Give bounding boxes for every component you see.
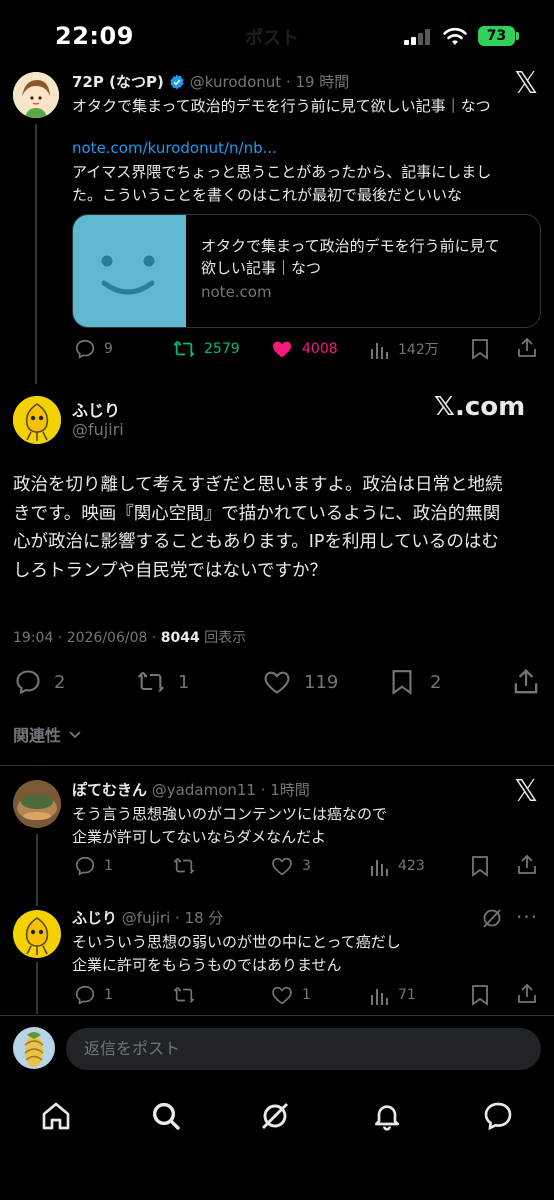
repost-button[interactable] <box>172 855 196 877</box>
avatar[interactable] <box>13 910 61 958</box>
tweet-text: オタクで集まって政治的デモを行う前に見て欲しい記事｜なつ <box>72 97 491 115</box>
bookmark-icon[interactable] <box>470 855 490 877</box>
link-card-thumbnail <box>73 215 186 327</box>
bell-icon[interactable] <box>371 1100 403 1132</box>
author-handle[interactable]: @fujiri <box>72 420 124 439</box>
like-icon <box>272 857 292 876</box>
bookmark-icon <box>392 670 412 695</box>
search-icon[interactable] <box>150 1100 182 1132</box>
reply-text: 企業が許可してないならダメなんだよ <box>72 828 327 846</box>
reply-text: 企業に許可をもらうものではありません <box>72 956 342 974</box>
share-icon[interactable] <box>516 983 538 1005</box>
reply-icon <box>75 856 95 876</box>
sort-dropdown[interactable]: 関連性 <box>13 722 83 746</box>
more-icon[interactable]: ··· <box>516 905 538 929</box>
like-button[interactable]: 3 <box>270 855 311 877</box>
views-button[interactable]: 71 <box>370 984 416 1006</box>
tweet-text: た。こういうことを書くのはこれが最初で最後だといいな <box>72 186 463 204</box>
x-logo-icon[interactable]: 𝕏 <box>514 774 538 809</box>
repost-icon <box>173 341 195 357</box>
views-icon <box>371 343 388 359</box>
author-name[interactable]: 72P (なつP) <box>72 71 164 92</box>
like-button[interactable]: 4008 <box>270 338 338 360</box>
link-card[interactable]: オタクで集まって政治的デモを行う前に見て 欲しい記事｜なつ note.com <box>72 214 541 328</box>
header-title-faded: ポスト <box>245 28 299 49</box>
share-icon[interactable] <box>516 854 538 876</box>
tweet-text-line: しろトランプや自民党ではないですか？ <box>13 560 327 581</box>
author-name[interactable]: ふじり <box>72 397 120 421</box>
reply-icon <box>75 339 95 359</box>
bookmark-icon[interactable] <box>470 984 490 1006</box>
tweet-text-line: 心が政治に影響することもあります。IPを利用しているのはむ <box>13 532 499 552</box>
tweet-text-line: きです。映画『関心空間』で描かれているように、政治的無関 <box>13 503 501 524</box>
views-button[interactable]: 423 <box>370 855 425 877</box>
reply-icon <box>16 670 40 695</box>
repost-icon <box>174 987 194 1003</box>
like-icon <box>264 671 290 694</box>
site-label: 𝕏.com <box>434 392 526 422</box>
avatar[interactable] <box>13 1027 55 1069</box>
bookmark-button[interactable]: 2 <box>390 668 441 696</box>
views-button[interactable]: 142万 <box>370 338 439 360</box>
reply-button[interactable]: 2 <box>14 668 65 696</box>
link-card-domain: note.com <box>201 283 272 301</box>
battery-cap <box>516 32 519 40</box>
x-logo-icon[interactable]: 𝕏 <box>514 66 538 101</box>
repost-button[interactable]: 2579 <box>172 338 240 360</box>
repost-icon <box>174 858 194 874</box>
reply-input[interactable]: 返信をポスト <box>66 1028 541 1070</box>
chevron-down-icon <box>69 731 81 739</box>
reply-button[interactable]: 1 <box>74 855 113 877</box>
tweet-text-line: 政治を切り離して考えすぎだと思いますよ。政治は日常と地続 <box>13 475 503 495</box>
grok-icon[interactable] <box>481 907 503 929</box>
tweet-link[interactable]: note.com/kurodonut/n/nb... <box>72 139 277 157</box>
like-icon <box>273 341 291 358</box>
author-name[interactable]: ふじり <box>72 909 117 927</box>
like-button[interactable]: 1 <box>270 984 311 1006</box>
thread-line <box>35 124 37 384</box>
main-tweet-text: 政治を切り離して考えすぎだと思いますよ。政治は日常と地続 きです。映画『関心空間… <box>13 471 502 585</box>
wifi-icon <box>443 27 467 45</box>
link-card-title: 欲しい記事｜なつ <box>201 259 322 277</box>
link-card-title: オタクで集まって政治的デモを行う前に見て <box>201 237 500 255</box>
tweet-meta: 19:04 · 2026/06/08 · 8044 回表示 <box>13 627 246 647</box>
views-icon <box>371 860 388 876</box>
repost-button[interactable] <box>172 984 196 1006</box>
status-time: 22:09 <box>55 22 134 50</box>
view-count: 8044 <box>160 630 200 646</box>
messages-icon[interactable] <box>482 1100 514 1132</box>
view-count-label: 回表示 <box>199 630 247 646</box>
divider <box>0 1015 554 1016</box>
grok-icon[interactable] <box>259 1100 291 1132</box>
avatar[interactable] <box>13 72 59 118</box>
tweet-timestamp[interactable]: 19:04 · 2026/06/08 · <box>13 630 161 646</box>
reply-button[interactable]: 1 <box>74 984 113 1006</box>
share-icon[interactable] <box>516 337 538 359</box>
divider <box>0 765 554 766</box>
reply-button[interactable]: 9 <box>74 338 113 360</box>
repost-icon <box>138 671 164 693</box>
bookmark-icon[interactable] <box>470 338 490 360</box>
like-button[interactable]: 119 <box>262 668 338 696</box>
battery-indicator: 73 <box>478 26 515 46</box>
tweet-text: アイマス界隈でちょっと思うことがあったから、記事にしまし <box>72 163 492 181</box>
cellular-signal-icon <box>404 29 434 45</box>
reply-icon <box>75 985 95 1005</box>
author-name[interactable]: ぽてむきん <box>72 781 147 799</box>
thread-line <box>36 962 38 1014</box>
author-handle-time[interactable]: @fujiri · 18 分 <box>122 909 224 927</box>
like-icon <box>272 986 292 1005</box>
reply-text: そいういう思想の弱いのが世の中にとって癌だし <box>72 933 401 951</box>
avatar[interactable] <box>13 780 61 828</box>
verified-badge-icon <box>170 74 184 89</box>
views-icon <box>371 989 388 1005</box>
avatar[interactable] <box>13 396 61 444</box>
reply-text: そう言う思想強いのがコンテンツには癌なので <box>72 805 388 823</box>
author-handle-time[interactable]: @kurodonut · 19 時間 <box>190 71 350 92</box>
repost-button[interactable]: 1 <box>136 668 189 696</box>
thread-line <box>36 834 38 906</box>
share-icon[interactable] <box>512 668 540 696</box>
author-handle-time[interactable]: @yadamon11 · 1時間 <box>152 781 310 799</box>
home-icon[interactable] <box>40 1100 72 1132</box>
